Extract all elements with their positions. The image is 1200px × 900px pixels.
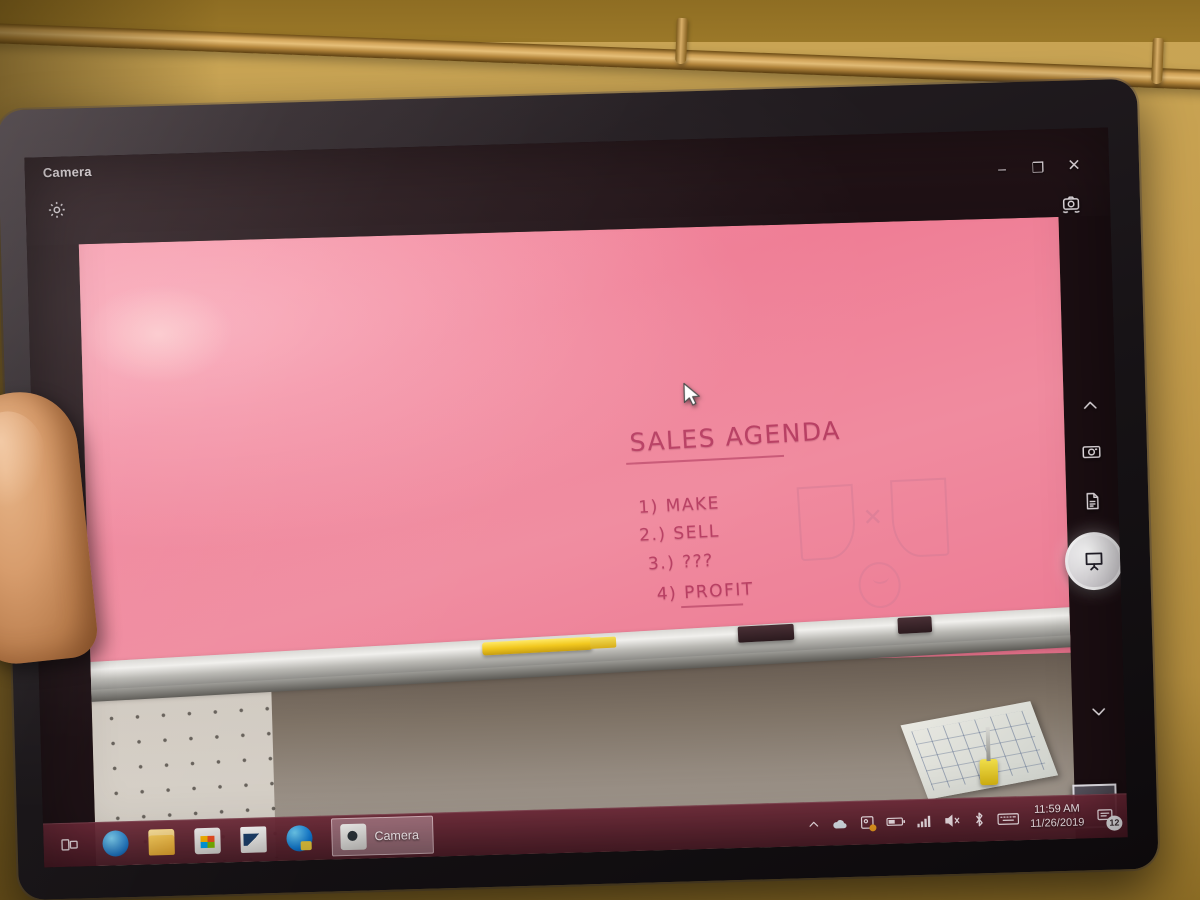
app-title: Camera <box>42 163 92 181</box>
taskbar-item-microsoft-store[interactable] <box>187 820 228 861</box>
signal-bars-icon[interactable] <box>917 814 933 828</box>
tablet-device: SALES AGENDA 1) MAKE 2.) SELL 3.) ??? 4)… <box>0 78 1159 900</box>
action-needed-icon[interactable] <box>859 814 877 832</box>
taskbar-item-edge[interactable] <box>279 818 320 859</box>
touch-keyboard-icon[interactable] <box>997 811 1019 827</box>
tablet-screen: SALES AGENDA 1) MAKE 2.) SELL 3.) ??? 4)… <box>24 127 1128 868</box>
taskbar-items: Camera <box>43 815 435 866</box>
taskbar-clock[interactable]: 11:59 AM 11/26/2019 <box>1030 803 1085 832</box>
gear-icon[interactable] <box>39 192 74 227</box>
yellow-handled-tool <box>979 758 999 786</box>
whiteboard-eraser <box>737 623 795 643</box>
clock-date: 11/26/2019 <box>1029 816 1085 830</box>
camera-viewfinder[interactable]: SALES AGENDA 1) MAKE 2.) SELL 3.) ??? 4)… <box>78 216 1076 867</box>
taskbar-item-mail[interactable] <box>233 819 274 860</box>
minimize-button[interactable]: – <box>987 156 1018 181</box>
speaker-muted-icon[interactable] <box>944 812 961 827</box>
taskbar-item-file-explorer[interactable] <box>141 822 182 863</box>
battery-icon[interactable] <box>886 814 906 829</box>
taskbar-active-window-camera[interactable]: Camera <box>330 815 435 857</box>
close-button[interactable]: ✕ <box>1059 154 1090 179</box>
camera-icon[interactable] <box>1074 434 1109 469</box>
notification-icon[interactable]: 12 <box>1095 805 1123 831</box>
rail-peg <box>675 17 688 65</box>
chevron-down-icon[interactable] <box>1081 694 1116 729</box>
onedrive-cloud-icon[interactable] <box>831 815 848 832</box>
system-tray: 11:59 AM 11/26/2019 12 <box>807 801 1128 837</box>
mouse-cursor <box>683 382 700 406</box>
document-icon[interactable] <box>1075 484 1110 519</box>
taskbar-item-edge-legacy[interactable] <box>95 823 136 864</box>
maximize-button[interactable]: ❐ <box>1023 155 1054 180</box>
chevron-up-icon[interactable] <box>1072 388 1107 423</box>
whiteboard-surface <box>78 216 1076 681</box>
whiteboard-capture-button[interactable] <box>1064 531 1124 591</box>
whiteboard-eraser <box>897 616 933 635</box>
camera-icon <box>340 823 367 851</box>
taskbar-active-window-label: Camera <box>374 828 420 844</box>
rail-peg <box>1151 37 1164 85</box>
taskbar-item-task-view[interactable] <box>49 824 90 865</box>
whiteboard-glare <box>81 282 235 387</box>
notification-count: 12 <box>1106 815 1123 831</box>
show-hidden-icons-chevron-up-icon[interactable] <box>807 817 820 830</box>
bluetooth-icon[interactable] <box>972 811 986 827</box>
